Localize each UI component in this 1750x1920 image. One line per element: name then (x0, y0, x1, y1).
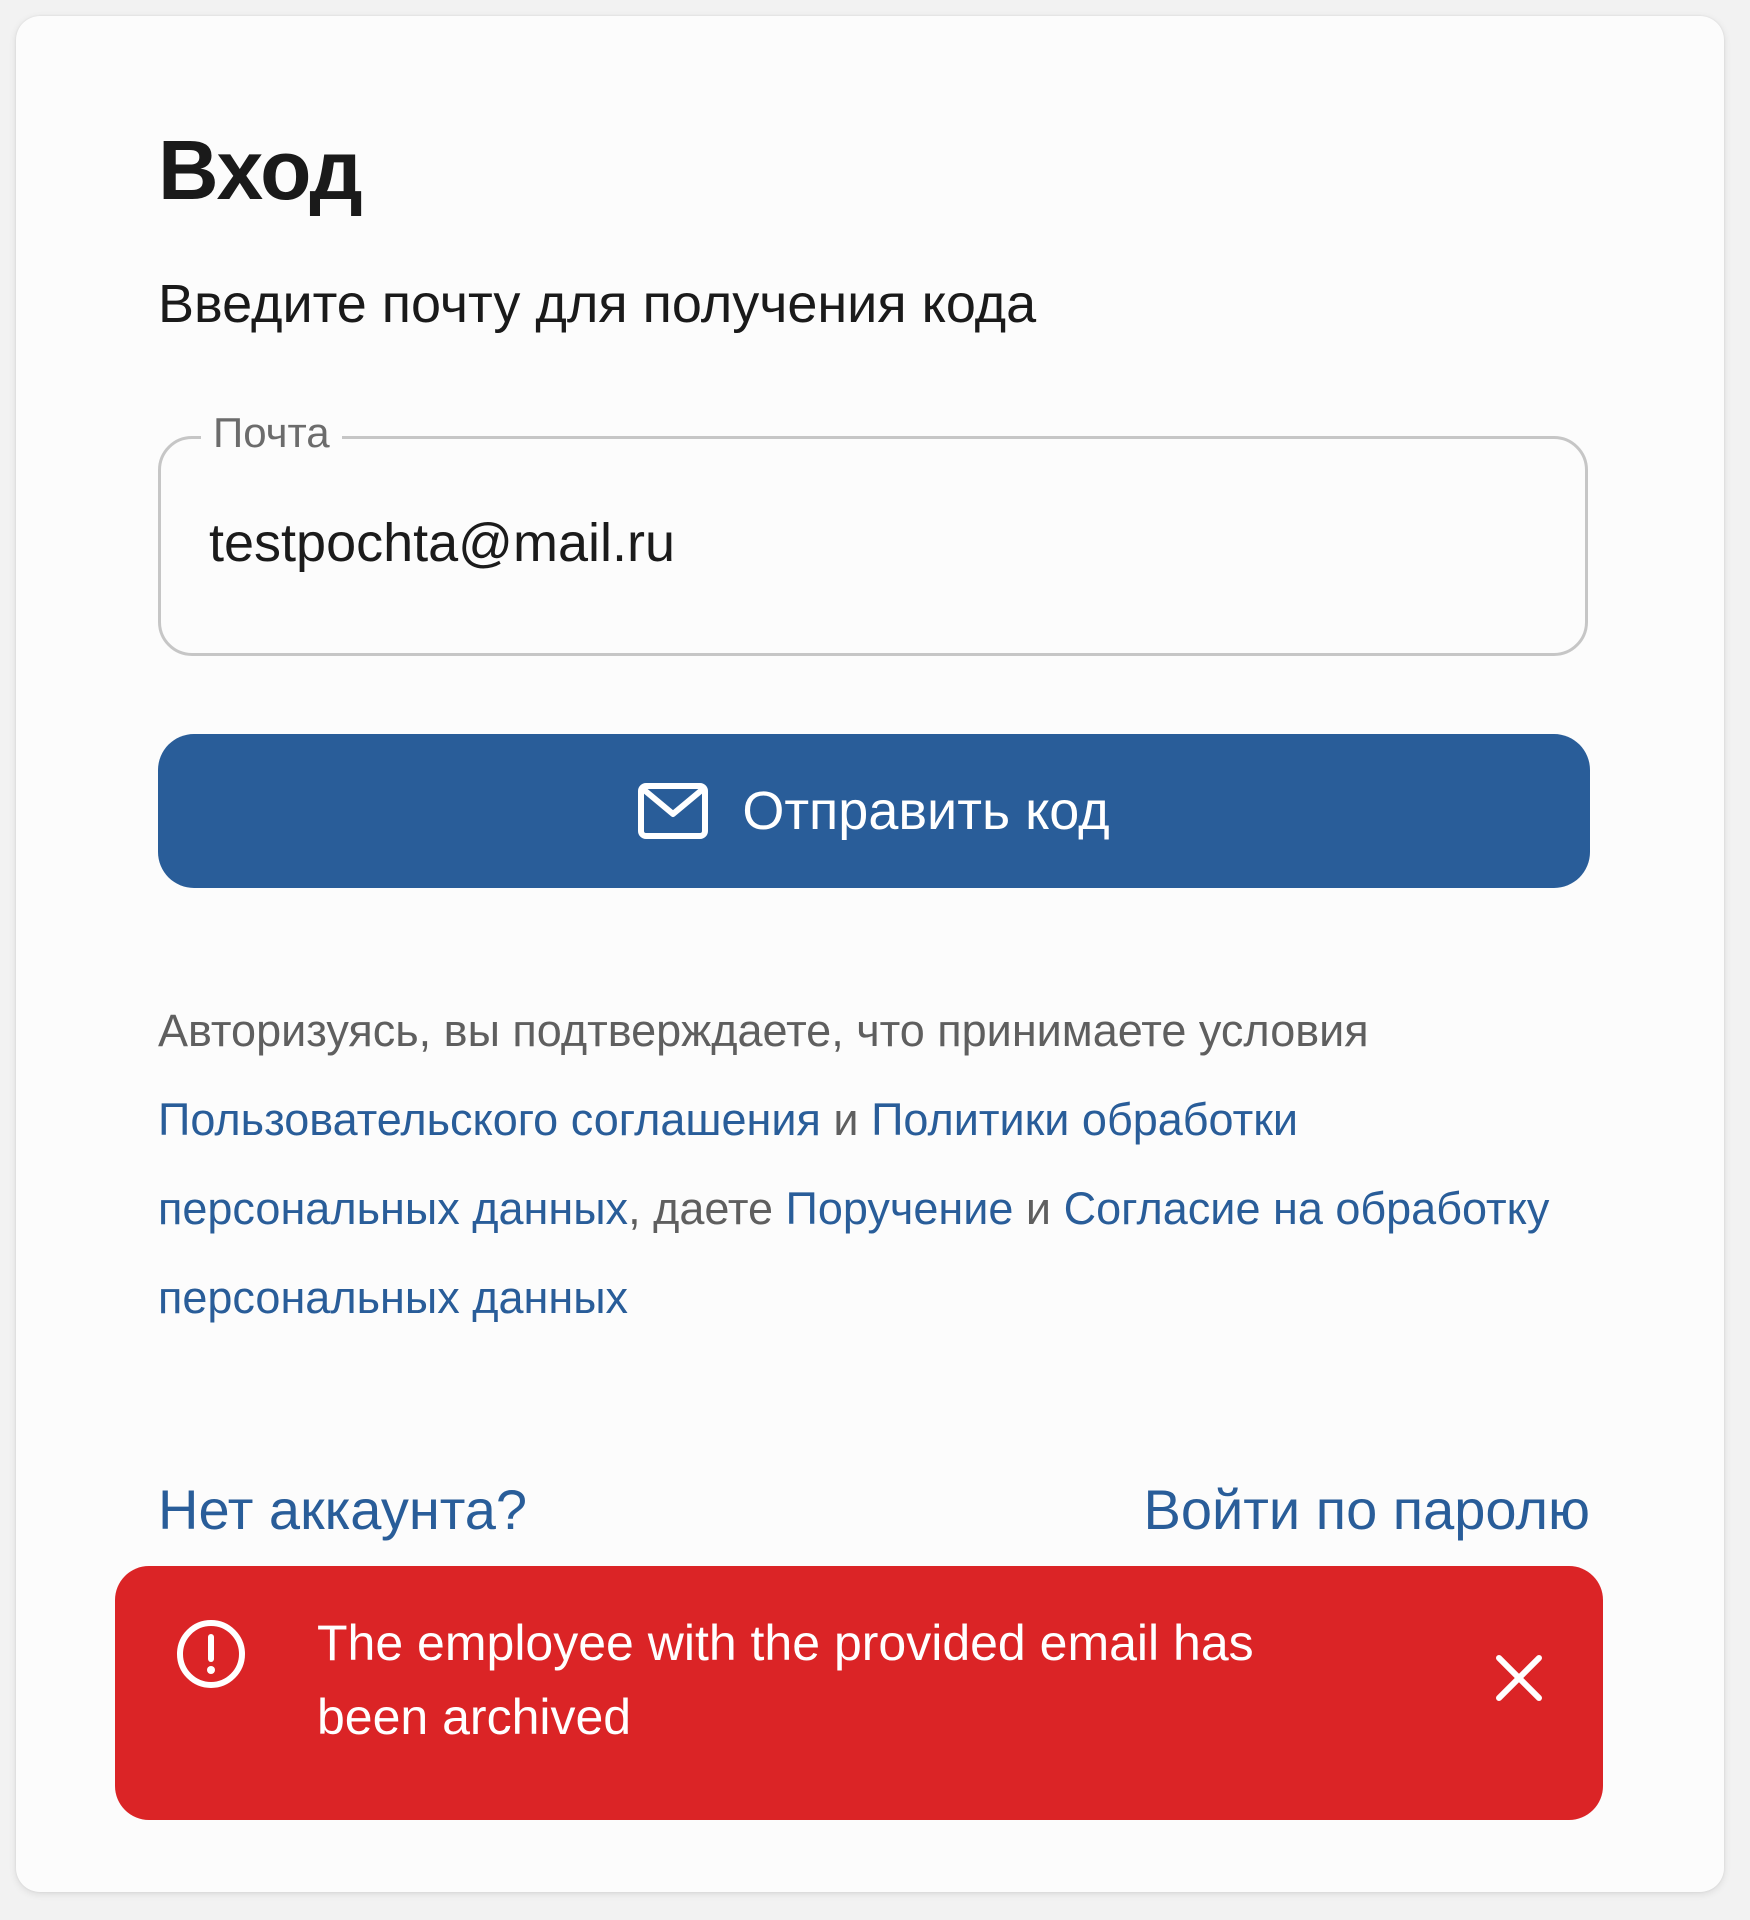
no-account-link[interactable]: Нет аккаунта? (158, 1476, 527, 1543)
send-code-button-label: Отправить код (742, 781, 1110, 841)
page-subtitle: Введите почту для получения кода (158, 274, 1037, 334)
email-input[interactable] (209, 493, 1509, 593)
terms-and-2: и (1013, 1183, 1064, 1234)
assignment-link[interactable]: Поручение (786, 1183, 1014, 1234)
close-icon (1491, 1655, 1547, 1709)
send-code-button[interactable]: Отправить код (158, 734, 1590, 888)
error-toast: The employee with the provided email has… (115, 1566, 1603, 1820)
close-toast-button[interactable] (1491, 1650, 1547, 1706)
terms-prefix: Авторизуясь, вы подтверждаете, что прини… (158, 1005, 1369, 1056)
envelope-icon (638, 783, 709, 839)
email-field[interactable]: Почта (158, 401, 1588, 656)
alert-circle-icon (175, 1618, 247, 1690)
terms-and-1: и (820, 1094, 872, 1145)
user-agreement-link[interactable]: Пользовательского соглашения (158, 1094, 821, 1145)
terms-text: Авторизуясь, вы подтверждаете, что прини… (158, 986, 1598, 1342)
terms-give: , даете (628, 1183, 786, 1234)
password-login-link[interactable]: Войти по паролю (1144, 1476, 1591, 1543)
email-field-label: Почта (201, 401, 342, 465)
page-title: Вход (158, 123, 363, 217)
error-message: The employee with the provided email has… (317, 1615, 1254, 1745)
